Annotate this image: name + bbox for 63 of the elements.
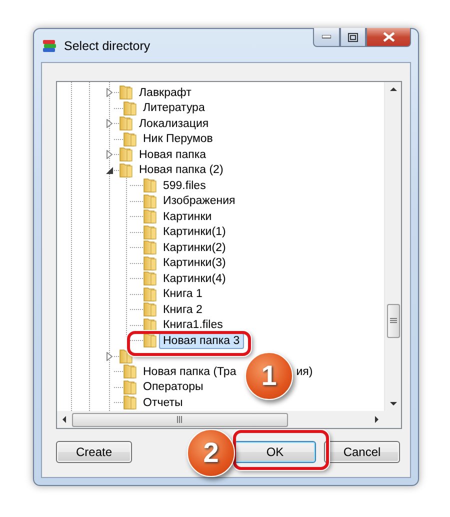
- expand-arrow-icon[interactable]: [105, 88, 114, 98]
- folder-name-end[interactable]: ия): [296, 364, 313, 379]
- folder-name[interactable]: Картинки(2): [159, 240, 230, 256]
- folder-name[interactable]: Картинки(4): [159, 270, 230, 287]
- folder-name[interactable]: Лавкрафт: [135, 84, 196, 101]
- minimize-button[interactable]: [313, 28, 340, 47]
- folder-name[interactable]: Картинки: [159, 208, 216, 225]
- dialog-button[interactable]: Cancel: [324, 441, 400, 463]
- minimize-icon: [322, 35, 331, 39]
- folder-icon: [143, 194, 157, 209]
- grip-icon: [177, 416, 183, 423]
- horizontal-scrollbar[interactable]: [57, 411, 384, 428]
- folder-icon: [143, 224, 157, 240]
- folder-name[interactable]: Изображения: [159, 193, 240, 210]
- folder-icon: [143, 178, 157, 194]
- folder-icon: [119, 147, 133, 162]
- scroll-thumb[interactable]: [72, 412, 288, 426]
- folder-name[interactable]: Ник Перумов: [139, 131, 217, 148]
- folder-name[interactable]: Картинки(3): [159, 255, 230, 272]
- maximize-button[interactable]: [340, 28, 366, 47]
- folder-icon: [143, 209, 157, 224]
- folder-icon: [119, 85, 133, 100]
- dialog-button[interactable]: Create: [56, 441, 132, 463]
- folder-icon: [119, 116, 133, 132]
- folder-icon: [123, 364, 137, 380]
- folder-name[interactable]: Новая папка: [135, 146, 210, 163]
- folder-icon: [143, 271, 157, 286]
- folder-name[interactable]: Книга 1: [159, 286, 206, 302]
- expand-arrow-icon[interactable]: [105, 150, 114, 160]
- folder-icon: [143, 240, 157, 256]
- folder-icon: [119, 348, 133, 364]
- expand-arrow-icon[interactable]: [105, 352, 114, 361]
- maximize-icon: [348, 32, 358, 42]
- folder-icon: [123, 380, 137, 395]
- folder-name[interactable]: Локализация: [135, 116, 213, 132]
- window-title: Select directory: [64, 38, 152, 52]
- folder-icon: [143, 333, 157, 348]
- close-button[interactable]: [366, 28, 411, 47]
- grip-icon: [390, 318, 396, 324]
- folder-icon: [143, 256, 157, 271]
- folder-icon: [143, 286, 157, 302]
- folder-name[interactable]: Отчеты: [139, 394, 187, 411]
- folder-name[interactable]: Картинки(1): [159, 224, 230, 240]
- folder-icon: [123, 100, 137, 116]
- scroll-thumb[interactable]: [386, 304, 400, 338]
- folder-icon: [119, 162, 133, 178]
- folder-icon: [123, 395, 137, 410]
- close-icon: [382, 32, 394, 42]
- dialog-button[interactable]: OK: [234, 441, 316, 463]
- folder-name[interactable]: Операторы: [139, 379, 208, 396]
- folder-name[interactable]: 599.files: [159, 178, 210, 194]
- folder-icon: [123, 132, 137, 147]
- books-app-icon: [42, 38, 58, 54]
- folder-name[interactable]: Книга 2: [159, 302, 206, 318]
- folder-name[interactable]: Книга1.files: [159, 317, 227, 334]
- expand-arrow-icon[interactable]: [105, 119, 114, 128]
- vertical-scrollbar[interactable]: [384, 82, 401, 411]
- folder-name[interactable]: Новая папка (Тра: [139, 364, 240, 380]
- folder-name[interactable]: Литература: [139, 100, 209, 116]
- folder-icon: [143, 318, 157, 333]
- folder-name[interactable]: Новая папка (2): [135, 162, 228, 178]
- collapse-arrow-icon[interactable]: [105, 166, 114, 175]
- folder-icon: [143, 302, 157, 318]
